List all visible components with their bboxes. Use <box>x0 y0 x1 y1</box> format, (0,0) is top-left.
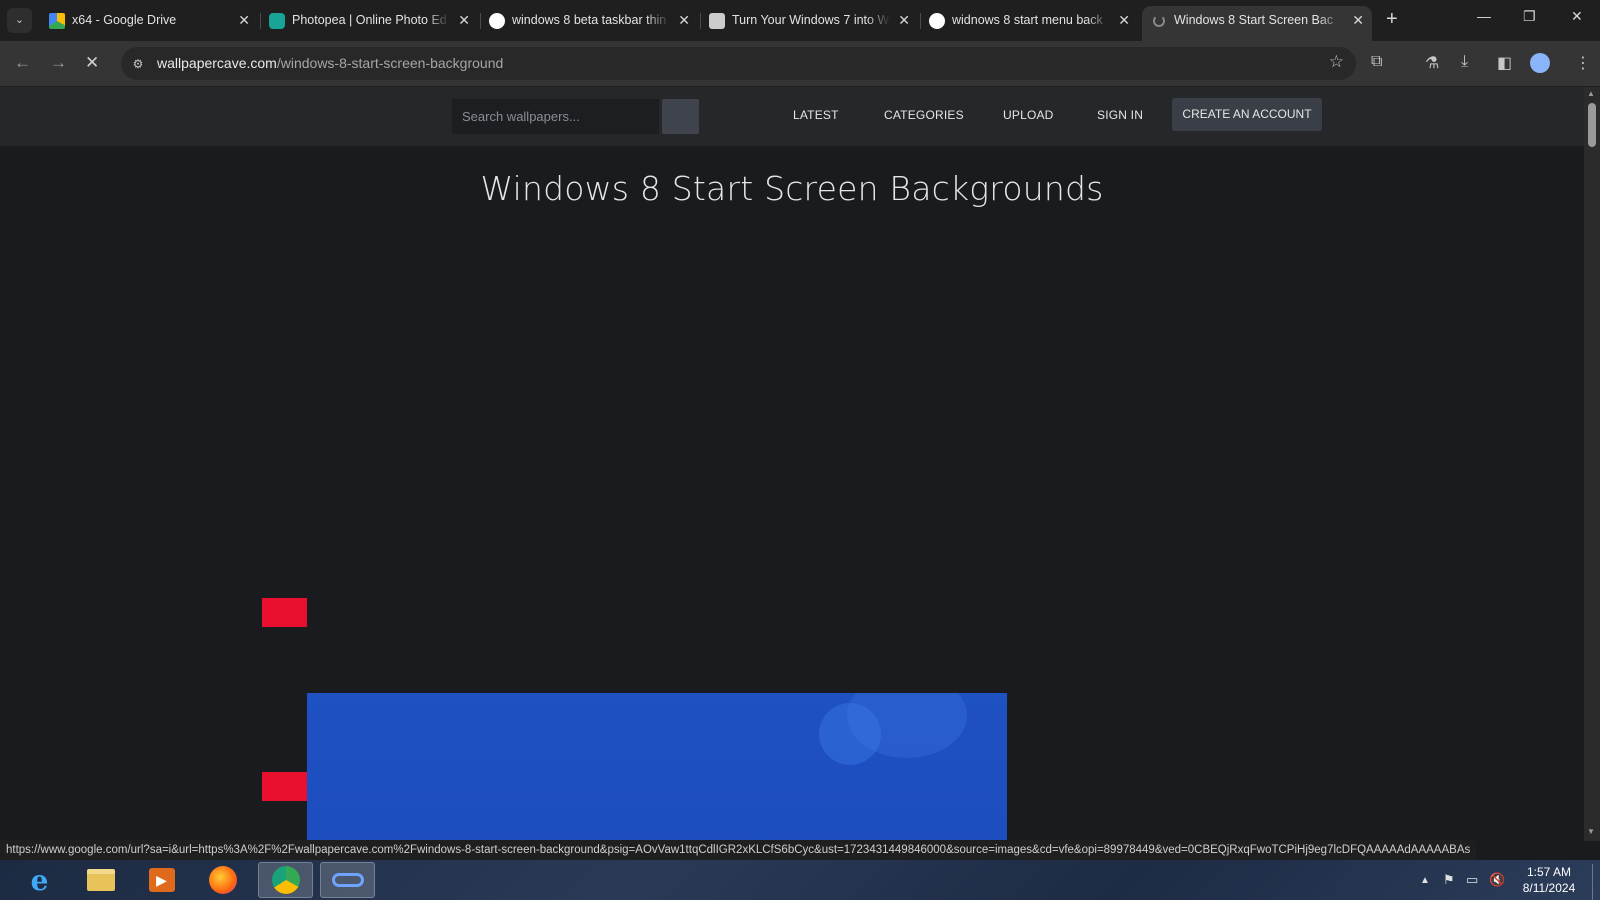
close-icon[interactable]: ✕ <box>678 6 690 35</box>
close-icon[interactable]: ✕ <box>458 6 470 35</box>
labs-icon[interactable]: ⚗ <box>1425 53 1439 73</box>
scroll-down-icon[interactable]: ▼ <box>1587 827 1595 836</box>
nav-latest[interactable]: LATEST <box>793 108 839 122</box>
wallpaper-thumbnail[interactable] <box>307 693 1007 841</box>
app-icon[interactable] <box>320 862 375 898</box>
site-info-icon[interactable]: ⚙ <box>129 55 147 73</box>
wallpaper-decoration <box>819 703 881 765</box>
scroll-up-icon[interactable]: ▲ <box>1587 89 1595 98</box>
tab-title: Windows 8 Start Screen Bac <box>1174 13 1334 27</box>
volume-muted-icon[interactable]: 🔇 <box>1489 872 1505 888</box>
google-icon <box>929 13 945 29</box>
loading-icon <box>1153 15 1165 27</box>
tab-strip: ⌄ x64 - Google Drive ✕ Photopea | Online… <box>0 0 1600 41</box>
google-icon <box>489 13 505 29</box>
close-icon[interactable]: ✕ <box>238 6 250 35</box>
extensions-icon[interactable]: ⧉ <box>1371 53 1382 71</box>
show-desktop-button[interactable] <box>1592 864 1600 900</box>
search-button[interactable] <box>662 99 699 134</box>
page-scrollbar[interactable]: ▲ ▼ <box>1584 87 1600 841</box>
scroll-thumb[interactable] <box>1588 103 1596 147</box>
red-badge[interactable] <box>262 772 307 801</box>
site-icon <box>709 13 725 29</box>
close-icon[interactable]: ✕ <box>1118 6 1130 35</box>
url-path: /windows-8-start-screen-background <box>276 55 504 71</box>
internet-explorer-icon[interactable]: e <box>12 862 67 898</box>
tab-windows7[interactable]: Turn Your Windows 7 into W ✕ <box>700 6 918 41</box>
tab-google-drive[interactable]: x64 - Google Drive ✕ <box>40 6 258 41</box>
show-hidden-icons[interactable]: ▲ <box>1420 875 1430 886</box>
tab-title: windows 8 beta taskbar thin <box>512 13 667 27</box>
photopea-icon <box>269 13 285 29</box>
tab-title: Turn Your Windows 7 into W <box>732 13 890 27</box>
tab-photopea[interactable]: Photopea | Online Photo Ed ✕ <box>260 6 478 41</box>
window-close-button[interactable]: ✕ <box>1571 8 1583 25</box>
media-player-icon[interactable]: ▶ <box>134 862 189 898</box>
system-clock[interactable]: 1:57 AM 8/11/2024 <box>1514 864 1584 896</box>
tab-taskbar-search[interactable]: windows 8 beta taskbar thin ✕ <box>480 6 698 41</box>
tab-start-menu-search[interactable]: widnows 8 start menu back ✕ <box>920 6 1138 41</box>
firefox-icon[interactable] <box>195 862 250 898</box>
tab-active-wallpapercave[interactable]: Windows 8 Start Screen Bac ✕ <box>1142 6 1372 41</box>
tab-title: Photopea | Online Photo Ed <box>292 13 447 27</box>
site-header: LATEST CATEGORIES UPLOAD SIGN IN CREATE … <box>0 87 1584 146</box>
close-icon[interactable]: ✕ <box>898 6 910 35</box>
search-input[interactable] <box>452 99 659 134</box>
profile-avatar[interactable] <box>1530 53 1550 73</box>
forward-button[interactable]: → <box>50 53 67 73</box>
close-icon[interactable]: ✕ <box>1352 6 1364 35</box>
file-explorer-icon[interactable] <box>73 862 128 898</box>
download-icon[interactable]: ⤓ <box>1461 53 1468 71</box>
clock-date: 8/11/2024 <box>1522 881 1576 895</box>
page-title: Windows 8 Start Screen Backgrounds <box>480 169 1104 208</box>
side-panel-icon[interactable]: ◧ <box>1497 53 1512 73</box>
minimize-button[interactable]: — <box>1477 8 1491 24</box>
browser-toolbar: ← → ✕ ⚙ wallpapercave.com/windows-8-star… <box>0 41 1600 87</box>
clock-time: 1:57 AM <box>1526 865 1572 879</box>
tab-title: x64 - Google Drive <box>72 13 177 27</box>
google-drive-icon <box>49 13 65 29</box>
status-link-preview: https://www.google.com/url?sa=i&url=http… <box>0 840 1477 860</box>
stop-loading-button[interactable]: ✕ <box>85 53 99 73</box>
nav-categories[interactable]: CATEGORIES <box>884 108 964 122</box>
address-bar[interactable]: ⚙ wallpapercave.com/windows-8-start-scre… <box>121 47 1356 80</box>
nav-sign-in[interactable]: SIGN IN <box>1097 108 1143 122</box>
nav-upload[interactable]: UPLOAD <box>1003 108 1054 122</box>
url-domain: wallpapercave.com <box>157 55 277 71</box>
red-badge[interactable] <box>262 598 307 627</box>
bookmark-star-icon[interactable]: ☆ <box>1329 52 1344 72</box>
web-page: LATEST CATEGORIES UPLOAD SIGN IN CREATE … <box>0 87 1584 841</box>
new-tab-button[interactable]: + <box>1386 8 1398 31</box>
menu-icon[interactable]: ⋮ <box>1575 53 1591 73</box>
create-account-button[interactable]: CREATE AN ACCOUNT <box>1172 98 1322 131</box>
network-icon[interactable]: ▭ <box>1466 872 1478 888</box>
tab-title: widnows 8 start menu back <box>952 13 1103 27</box>
chrome-icon[interactable] <box>258 862 313 898</box>
restore-button[interactable]: ❐ <box>1523 8 1536 25</box>
windows-taskbar: e ▶ ▲ ⚑ ▭ 🔇 1:57 AM 8/11/2024 <box>0 860 1600 900</box>
url-text[interactable]: wallpapercave.com/windows-8-start-screen… <box>157 55 503 71</box>
tab-search-button[interactable]: ⌄ <box>7 8 32 33</box>
back-button[interactable]: ← <box>14 53 31 73</box>
flag-icon[interactable]: ⚑ <box>1443 872 1455 888</box>
